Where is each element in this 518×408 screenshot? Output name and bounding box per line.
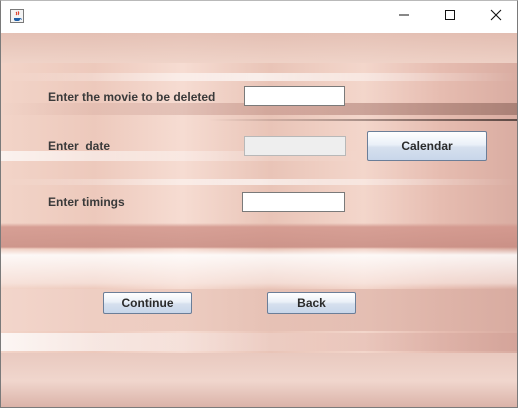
minimize-icon (398, 8, 410, 26)
calendar-button[interactable]: Calendar (367, 131, 487, 161)
movie-input[interactable] (244, 86, 345, 106)
background-streak (1, 333, 517, 351)
timings-input[interactable] (242, 192, 345, 212)
form-panel: Enter the movie to be deleted Enter date… (1, 33, 517, 407)
back-button[interactable]: Back (267, 292, 356, 314)
close-button[interactable] (473, 1, 517, 33)
java-cup-icon (10, 9, 24, 23)
background-streak (1, 179, 517, 185)
maximize-button[interactable] (427, 1, 473, 33)
continue-button[interactable]: Continue (103, 292, 192, 314)
date-field (244, 136, 346, 156)
title-bar[interactable] (1, 1, 517, 33)
background-streak (1, 353, 517, 407)
timings-label: Enter timings (48, 195, 125, 209)
background-streak (1, 289, 517, 331)
background-streak (1, 119, 517, 121)
background-streak (1, 73, 517, 81)
maximize-icon (444, 8, 456, 26)
app-window: Enter the movie to be deleted Enter date… (0, 0, 518, 408)
close-icon (490, 8, 502, 26)
movie-label: Enter the movie to be deleted (48, 90, 216, 104)
background-streak (1, 33, 517, 63)
minimize-button[interactable] (381, 1, 427, 33)
date-label: Enter date (48, 139, 111, 153)
